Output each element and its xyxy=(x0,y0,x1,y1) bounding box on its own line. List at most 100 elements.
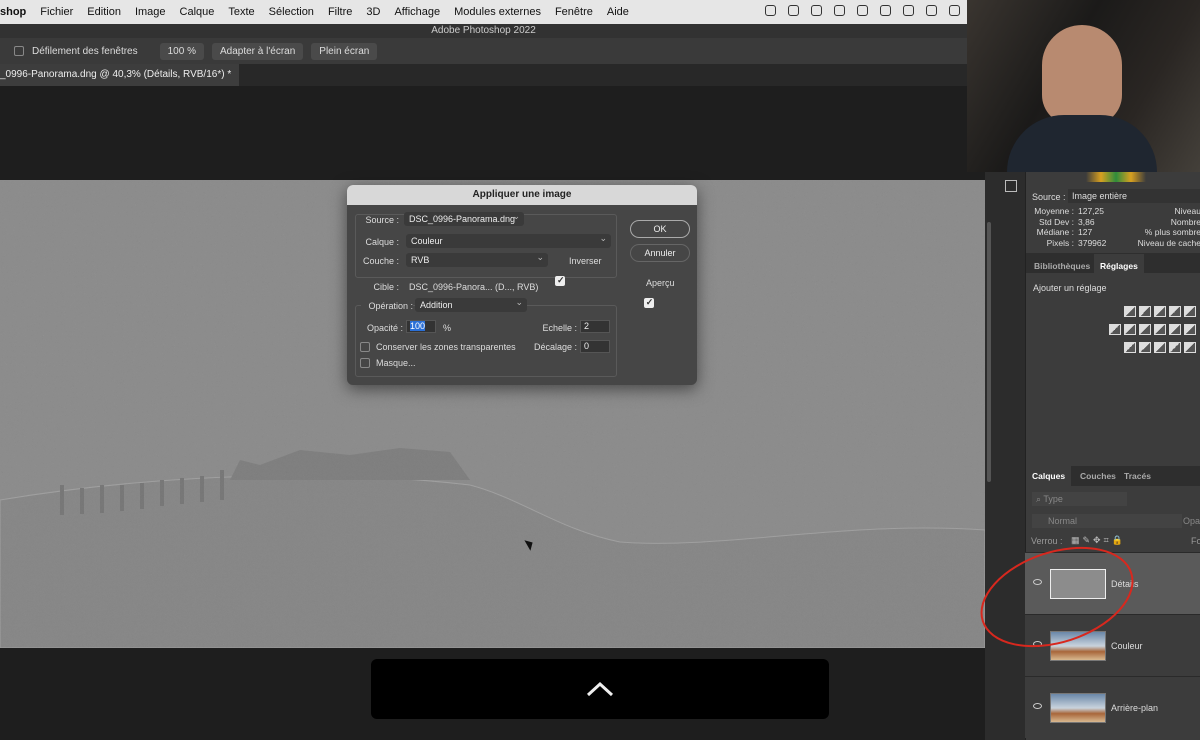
menu-image[interactable]: Image xyxy=(135,6,166,18)
invert-checkbox[interactable] xyxy=(555,275,565,287)
red-annotation-ellipse xyxy=(980,546,1134,648)
dropbox-icon[interactable] xyxy=(811,5,822,16)
stat-label: Moyenne : xyxy=(1034,206,1074,216)
mask-checkbox[interactable] xyxy=(360,358,370,368)
color-balance-icon[interactable] xyxy=(1124,324,1136,335)
gradient-map-icon[interactable] xyxy=(1184,342,1196,353)
tray-icon[interactable] xyxy=(788,5,799,16)
tab-bibliotheques[interactable]: Bibliothèques xyxy=(1028,257,1096,275)
menu-calque[interactable]: Calque xyxy=(180,6,215,18)
status-tray xyxy=(765,5,960,16)
layer-row-arriere-plan[interactable]: Arrière-plan xyxy=(1025,676,1200,738)
scroll-all-checkbox[interactable] xyxy=(14,46,24,56)
scale-label: Echelle : xyxy=(542,323,577,333)
blend-mode-select[interactable]: Normal xyxy=(1032,514,1182,528)
photo-filter-icon[interactable] xyxy=(1154,324,1166,335)
preserve-transparency-label: Conserver les zones transparentes xyxy=(376,342,516,352)
stat-label: Médiane : xyxy=(1036,227,1074,237)
tray-icon[interactable] xyxy=(880,5,891,16)
stat-right: % plus sombre xyxy=(1144,227,1200,237)
hist-stats: Moyenne : 127,25 Niveau Std Dev : 3,86 Nombr… xyxy=(1026,206,1200,248)
channel-label: Couche : xyxy=(362,256,399,266)
menu-aide[interactable]: Aide xyxy=(607,6,629,18)
menu-3d[interactable]: 3D xyxy=(366,6,380,18)
brightness-icon[interactable] xyxy=(1124,306,1136,317)
cancel-button[interactable]: Annuler xyxy=(630,244,690,262)
scale-input[interactable]: 2 xyxy=(580,320,610,333)
layer-search-input[interactable]: ⌕ Type xyxy=(1032,492,1127,506)
opacity-input[interactable]: 100 xyxy=(406,320,436,333)
selective-color-icon[interactable] xyxy=(1169,342,1181,353)
tray-icon[interactable] xyxy=(765,5,776,16)
curves-icon[interactable] xyxy=(1154,306,1166,317)
eye-icon[interactable] xyxy=(1033,703,1042,709)
menu-selection[interactable]: Sélection xyxy=(269,6,314,18)
stat-label: Pixels : xyxy=(1046,237,1074,248)
offset-input[interactable]: 0 xyxy=(580,340,610,353)
stat-label: Std Dev : xyxy=(1039,216,1074,227)
canvas-scrollbar[interactable] xyxy=(987,222,991,482)
tab-couches[interactable]: Couches xyxy=(1074,467,1122,485)
invert-icon[interactable] xyxy=(1124,342,1136,353)
app-menu[interactable]: shop xyxy=(0,6,26,18)
fit-screen-button[interactable]: Adapter à l'écran xyxy=(211,42,304,60)
fill-label: Fo xyxy=(1191,536,1200,546)
menu-texte[interactable]: Texte xyxy=(228,6,254,18)
source-select[interactable]: DSC_0996-Panorama.dng xyxy=(404,209,524,226)
preserve-transparency-checkbox[interactable] xyxy=(360,342,370,352)
menu-edition[interactable]: Edition xyxy=(87,6,121,18)
invert-label: Inverser xyxy=(569,256,602,266)
hist-source-label: Source : xyxy=(1032,192,1066,202)
bottom-overlay-bar xyxy=(371,659,829,719)
target-label: Cible : xyxy=(373,282,399,292)
ok-button[interactable]: OK xyxy=(630,220,690,238)
tab-reglages[interactable]: Réglages xyxy=(1094,254,1144,273)
menu-fenetre[interactable]: Fenêtre xyxy=(555,6,593,18)
layer-name: Arrière-plan xyxy=(1111,703,1159,713)
tab-calques[interactable]: Calques xyxy=(1026,466,1072,486)
vibrance-icon[interactable] xyxy=(1184,306,1196,317)
exposure-icon[interactable] xyxy=(1169,306,1181,317)
tray-icon[interactable] xyxy=(926,5,937,16)
black-white-icon[interactable] xyxy=(1139,324,1151,335)
channel-mixer-icon[interactable] xyxy=(1169,324,1181,335)
options-bar: Défilement des fenêtres 100 % Adapter à … xyxy=(0,38,967,64)
operation-select[interactable]: Addition xyxy=(415,295,527,312)
preview-label: Aperçu xyxy=(646,278,675,288)
adjust-tabs: Bibliothèques Réglages xyxy=(1026,253,1200,273)
hist-source-select[interactable]: Image entière xyxy=(1068,189,1200,203)
zoom-100-button[interactable]: 100 % xyxy=(159,42,204,60)
threshold-icon[interactable] xyxy=(1154,342,1166,353)
stat-right: Nombre xyxy=(1170,216,1200,227)
stat-right: Niveau de cache xyxy=(1137,237,1200,248)
wifi-icon[interactable] xyxy=(949,5,960,16)
layer-tabs: Calques Couches Tracés xyxy=(1026,466,1200,486)
color-lookup-icon[interactable] xyxy=(1184,324,1196,335)
scroll-all-label: Défilement des fenêtres xyxy=(32,45,138,57)
presenter-face xyxy=(1042,25,1122,125)
levels-icon[interactable] xyxy=(1139,306,1151,317)
chevron-up-icon[interactable] xyxy=(586,681,614,697)
tray-icon[interactable] xyxy=(834,5,845,16)
channel-select[interactable]: RVB xyxy=(406,250,548,267)
tray-icon[interactable] xyxy=(903,5,914,16)
preview-checkbox[interactable] xyxy=(643,297,654,309)
target-value: DSC_0996-Panora... (D..., RVB) xyxy=(409,282,539,292)
apply-image-dialog: Appliquer une image Source : DSC_0996-Pa… xyxy=(347,185,697,385)
dialog-title: Appliquer une image xyxy=(347,185,697,205)
tab-traces[interactable]: Tracés xyxy=(1118,467,1157,485)
menu-modules[interactable]: Modules externes xyxy=(454,6,541,18)
document-tab[interactable]: _0996-Panorama.dng @ 40,3% (Détails, RVB… xyxy=(0,64,240,86)
posterize-icon[interactable] xyxy=(1139,342,1151,353)
tray-icon[interactable] xyxy=(857,5,868,16)
histogram-graph xyxy=(1086,172,1146,182)
window-title: Adobe Photoshop 2022 xyxy=(0,24,967,38)
full-screen-button[interactable]: Plein écran xyxy=(311,42,378,60)
menu-filtre[interactable]: Filtre xyxy=(328,6,352,18)
menu-affichage[interactable]: Affichage xyxy=(394,6,440,18)
panel-toggle-icon[interactable] xyxy=(1005,180,1017,192)
hue-saturation-icon[interactable] xyxy=(1109,324,1121,335)
webcam-overlay xyxy=(967,0,1200,172)
menu-fichier[interactable]: Fichier xyxy=(40,6,73,18)
layer-select[interactable]: Couleur xyxy=(406,231,611,248)
